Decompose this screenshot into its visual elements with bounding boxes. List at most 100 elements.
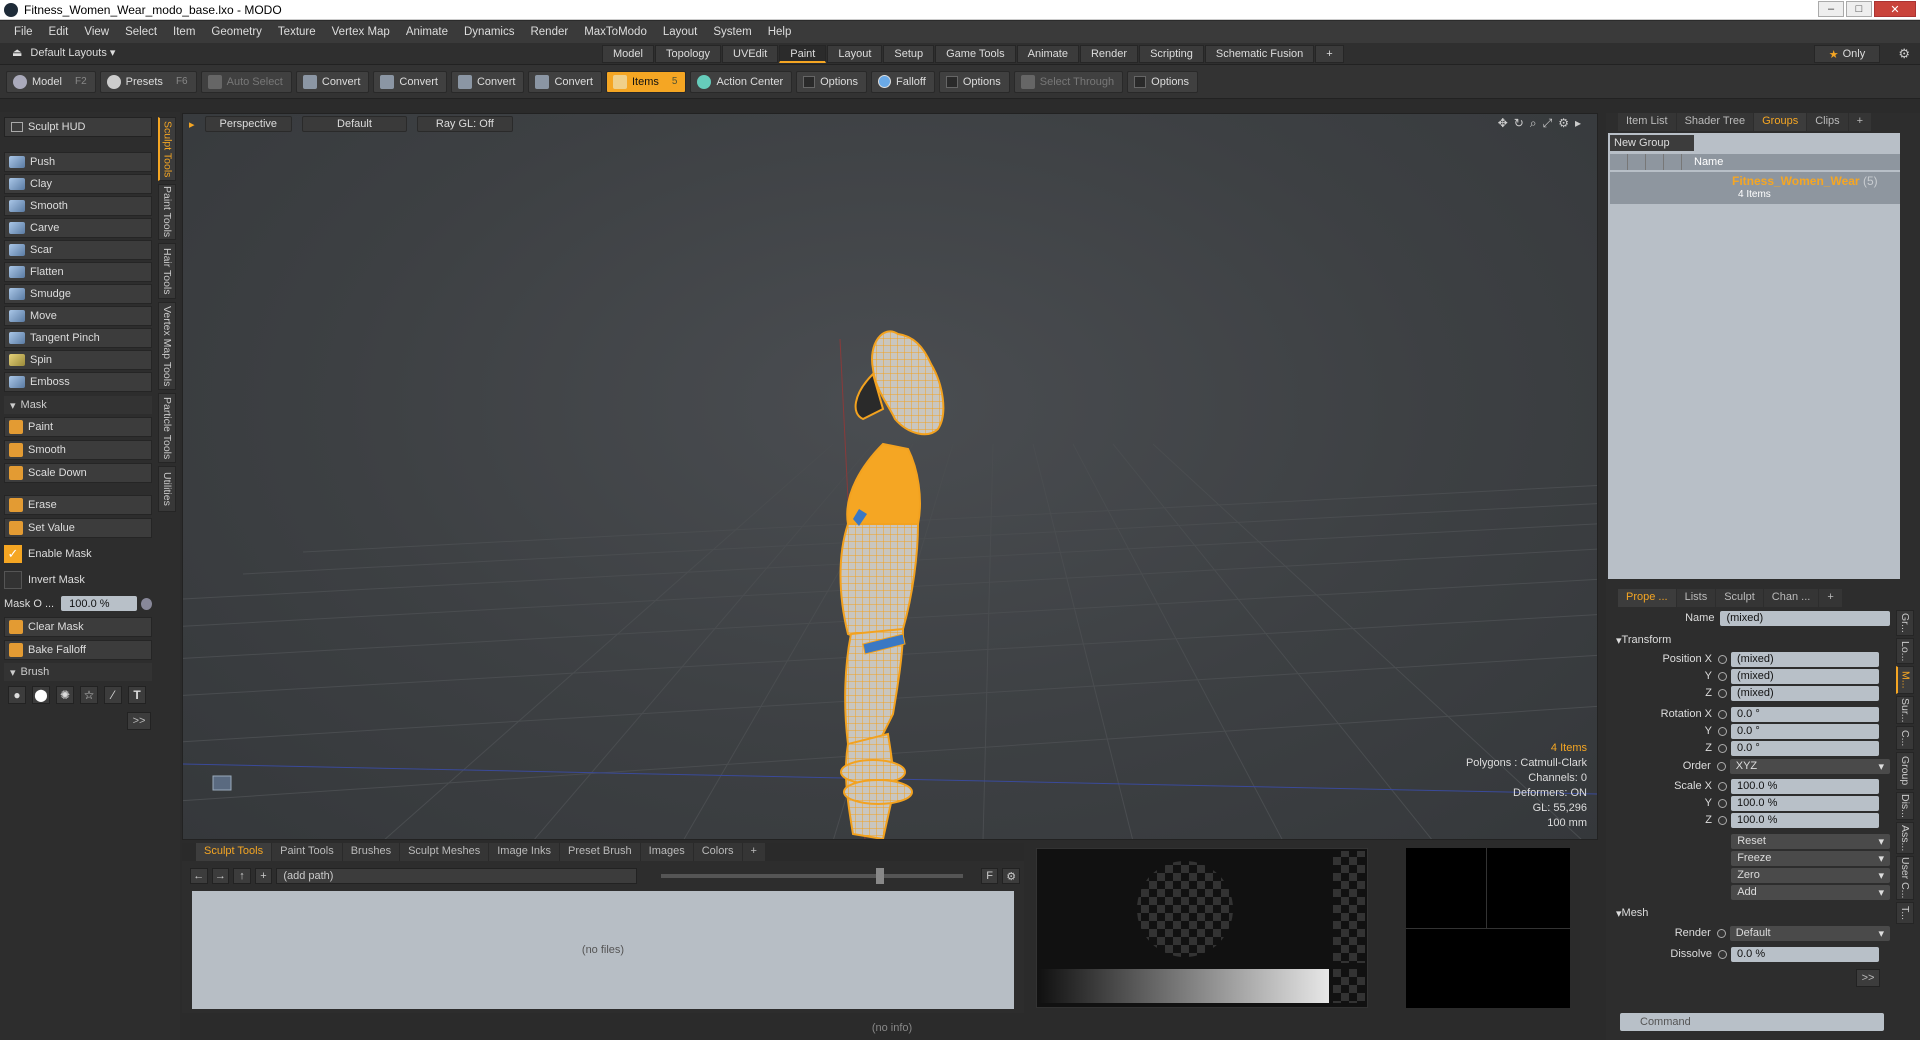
forward-icon[interactable]: → (211, 868, 230, 884)
name-input[interactable]: (mixed) (1720, 610, 1890, 626)
tab-brushes[interactable]: Brushes (342, 843, 400, 861)
add-tab-button[interactable]: + (1315, 45, 1344, 63)
invert-mask-row[interactable]: Invert Mask (4, 569, 152, 591)
slider-knob[interactable] (875, 868, 884, 884)
freeze-dropdown[interactable]: Freeze ▾ (1731, 850, 1890, 866)
add-path-icon[interactable]: + (254, 868, 273, 884)
procedural-brush-icon[interactable]: ⁄ (104, 686, 122, 704)
tool-emboss[interactable]: Emboss (4, 372, 152, 392)
close-button[interactable]: ✕ (1874, 1, 1916, 17)
convert-button-4[interactable]: Convert (528, 70, 602, 93)
3d-viewport[interactable]: ▸ Perspective Default Ray GL: Off ✥ ↻ ⌕ … (182, 113, 1598, 840)
minimize-button[interactable]: – (1818, 1, 1844, 17)
render-column-icon[interactable] (1628, 154, 1646, 170)
thumbnail-size-slider[interactable] (660, 868, 963, 884)
vtab-sur[interactable]: Sur... (1896, 696, 1914, 724)
animate-dot-icon[interactable] (1718, 671, 1727, 681)
tab-schematic-fusion[interactable]: Schematic Fusion (1204, 45, 1315, 63)
raygl-button[interactable]: Ray GL: Off (416, 116, 513, 132)
tab-preset-brush[interactable]: Preset Brush (560, 843, 640, 861)
tool-smudge[interactable]: Smudge (4, 284, 152, 304)
clear-mask-button[interactable]: Clear Mask (4, 617, 152, 637)
tab-groups[interactable]: Groups (1754, 113, 1807, 131)
tab-sculpt-meshes[interactable]: Sculpt Meshes (400, 843, 489, 861)
group-row[interactable]: Fitness_Women_Wear (5) 4 Items (1610, 172, 1900, 204)
items-button[interactable]: Items 5 (606, 70, 687, 93)
mask-opacity-stepper-icon[interactable] (141, 597, 152, 610)
menu-edit[interactable]: Edit (41, 26, 77, 38)
position-x-input[interactable]: (mixed) (1731, 651, 1879, 667)
vtab-lo[interactable]: Lo... (1896, 638, 1914, 664)
animate-dot-icon[interactable] (1718, 709, 1727, 719)
rotation-z-input[interactable]: 0.0 ° (1731, 740, 1879, 756)
checkmark-icon[interactable]: ✓ (4, 545, 22, 563)
hard-brush-icon[interactable]: ⬤ (32, 686, 50, 704)
tab-model[interactable]: Model (602, 45, 654, 63)
command-input[interactable]: Command (1620, 1013, 1884, 1031)
file-list-area[interactable]: (no files) (192, 891, 1014, 1009)
tab-lists[interactable]: Lists (1676, 589, 1716, 607)
menu-item[interactable]: Item (165, 26, 203, 38)
text-brush-icon[interactable]: T (128, 686, 146, 704)
add-browser-tab-button[interactable]: + (742, 843, 765, 861)
vtab-dis[interactable]: Dis... (1896, 792, 1914, 820)
tab-sculpt[interactable]: Sculpt (1716, 589, 1763, 607)
tab-properties[interactable]: Prope ... (1618, 589, 1676, 607)
vtab-particle-tools[interactable]: Particle Tools (158, 393, 176, 463)
tab-item-list[interactable]: Item List (1618, 113, 1676, 131)
options-button-3[interactable]: Options (1127, 70, 1199, 93)
select-through-button[interactable]: Select Through (1013, 70, 1124, 93)
vtab-gr[interactable]: Gr... (1896, 610, 1914, 636)
menu-view[interactable]: View (76, 26, 117, 38)
bake-falloff-button[interactable]: Bake Falloff (4, 640, 152, 660)
tab-shader-tree[interactable]: Shader Tree (1676, 113, 1754, 131)
tab-uvedit[interactable]: UVEdit (722, 45, 779, 63)
back-icon[interactable]: ← (190, 868, 208, 884)
properties-expand-button[interactable]: >> (1856, 969, 1880, 987)
rotation-x-input[interactable]: 0.0 ° (1731, 706, 1879, 722)
tab-scripting[interactable]: Scripting (1139, 45, 1204, 63)
auto-select-button[interactable]: Auto Select (200, 70, 292, 93)
animate-dot-icon[interactable] (1718, 949, 1727, 959)
tab-paint[interactable]: Paint (779, 45, 827, 63)
up-dir-icon[interactable]: ↑ (233, 868, 251, 884)
tool-clay[interactable]: Clay (4, 174, 152, 194)
sculpt-hud-button[interactable]: Sculpt HUD (4, 117, 152, 137)
animate-dot-icon[interactable] (1718, 815, 1727, 825)
filter-button[interactable]: F (980, 868, 999, 884)
menu-layout[interactable]: Layout (655, 26, 706, 38)
tab-layout[interactable]: Layout (827, 45, 883, 63)
tool-smooth[interactable]: Smooth (4, 196, 152, 216)
lock-column-icon[interactable] (1646, 154, 1664, 170)
rotate-icon[interactable]: ↻ (1514, 116, 1524, 131)
add-dropdown[interactable]: Add ▾ (1731, 884, 1890, 900)
animate-dot-icon[interactable] (1718, 688, 1727, 698)
animate-dot-icon[interactable] (1718, 654, 1727, 664)
tab-topology[interactable]: Topology (654, 45, 722, 63)
tab-colors[interactable]: Colors (693, 843, 742, 861)
layout-selector[interactable]: ⏏ Default Layouts ▾ (12, 46, 115, 59)
shading-mode-button[interactable]: Default (302, 116, 407, 132)
position-y-input[interactable]: (mixed) (1731, 668, 1879, 684)
scale-x-input[interactable]: 100.0 % (1731, 778, 1879, 794)
visibility-column-icon[interactable] (1610, 154, 1628, 170)
menu-maxtomodo[interactable]: MaxToModo (576, 26, 655, 38)
animate-dot-icon[interactable] (1718, 743, 1727, 753)
menu-select[interactable]: Select (117, 26, 165, 38)
animate-dot-icon[interactable] (1716, 761, 1726, 771)
render-dropdown[interactable]: Default ▾ (1729, 925, 1890, 941)
menu-system[interactable]: System (705, 26, 759, 38)
soft-brush-icon[interactable]: ● (8, 686, 26, 704)
position-z-input[interactable]: (mixed) (1731, 685, 1879, 701)
convert-button-3[interactable]: Convert (450, 70, 525, 93)
tool-move[interactable]: Move (4, 306, 152, 326)
vtab-hair-tools[interactable]: Hair Tools (158, 243, 176, 299)
maximize-icon[interactable]: ⤢ (1543, 116, 1553, 131)
tab-setup[interactable]: Setup (883, 45, 935, 63)
mask-tool-set-value[interactable]: Set Value (4, 518, 152, 538)
mask-tool-paint[interactable]: Paint (4, 417, 152, 437)
splat-brush-icon[interactable]: ✺ (56, 686, 74, 704)
viewport-menu-icon[interactable]: ▸ (189, 118, 195, 131)
vtab-ass[interactable]: Ass... (1896, 822, 1914, 854)
select-column-icon[interactable] (1664, 154, 1682, 170)
